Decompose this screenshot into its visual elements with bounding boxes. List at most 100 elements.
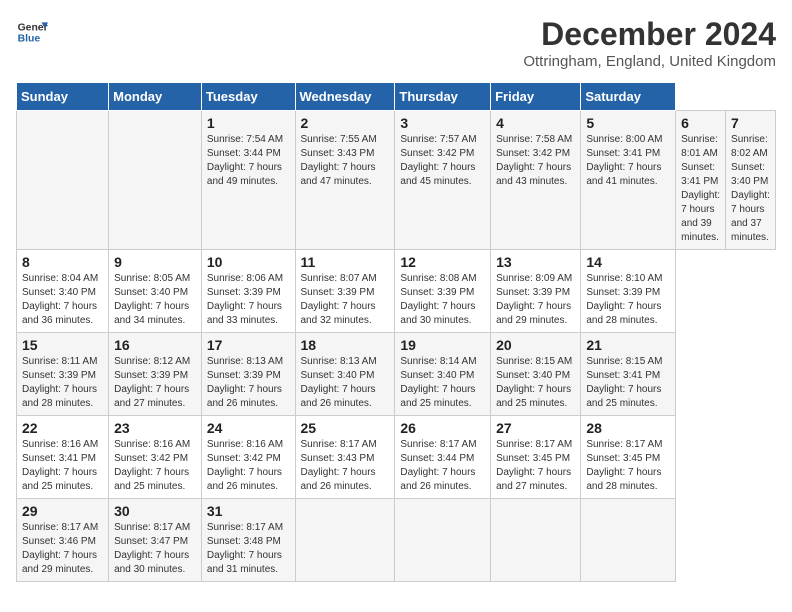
calendar-day-cell: 1 Sunrise: 7:54 AMSunset: 3:44 PMDayligh…	[201, 111, 295, 250]
calendar-day-cell: 27 Sunrise: 8:17 AMSunset: 3:45 PMDaylig…	[491, 416, 581, 499]
day-info: Sunrise: 8:13 AMSunset: 3:39 PMDaylight:…	[207, 355, 290, 411]
day-info: Sunrise: 8:11 AMSunset: 3:39 PMDaylight:…	[22, 355, 103, 411]
day-number: 23	[114, 420, 196, 436]
calendar-day-cell: 29 Sunrise: 8:17 AMSunset: 3:46 PMDaylig…	[17, 499, 109, 582]
calendar-day-cell: 25 Sunrise: 8:17 AMSunset: 3:43 PMDaylig…	[295, 416, 395, 499]
calendar-day-cell: 20 Sunrise: 8:15 AMSunset: 3:40 PMDaylig…	[491, 333, 581, 416]
day-number: 15	[22, 337, 103, 353]
calendar-day-cell: 18 Sunrise: 8:13 AMSunset: 3:40 PMDaylig…	[295, 333, 395, 416]
day-of-week-header: Wednesday	[295, 83, 395, 111]
calendar-day-cell: 23 Sunrise: 8:16 AMSunset: 3:42 PMDaylig…	[109, 416, 202, 499]
day-info: Sunrise: 8:01 AMSunset: 3:41 PMDaylight:…	[681, 133, 720, 245]
calendar-day-cell: 26 Sunrise: 8:17 AMSunset: 3:44 PMDaylig…	[395, 416, 491, 499]
day-of-week-header: Saturday	[581, 83, 676, 111]
day-number: 13	[496, 254, 575, 270]
calendar-day-cell: 14 Sunrise: 8:10 AMSunset: 3:39 PMDaylig…	[581, 250, 676, 333]
day-number: 4	[496, 115, 575, 131]
calendar-day-cell: 12 Sunrise: 8:08 AMSunset: 3:39 PMDaylig…	[395, 250, 491, 333]
calendar-day-cell: 11 Sunrise: 8:07 AMSunset: 3:39 PMDaylig…	[295, 250, 395, 333]
location-title: Ottringham, England, United Kingdom	[523, 53, 776, 70]
day-info: Sunrise: 7:55 AMSunset: 3:43 PMDaylight:…	[301, 133, 390, 189]
day-of-week-header: Thursday	[395, 83, 491, 111]
day-info: Sunrise: 8:09 AMSunset: 3:39 PMDaylight:…	[496, 272, 575, 328]
calendar-week-row: 1 Sunrise: 7:54 AMSunset: 3:44 PMDayligh…	[17, 111, 776, 250]
day-number: 24	[207, 420, 290, 436]
day-number: 29	[22, 503, 103, 519]
day-number: 7	[731, 115, 770, 131]
calendar-day-cell: 10 Sunrise: 8:06 AMSunset: 3:39 PMDaylig…	[201, 250, 295, 333]
day-number: 27	[496, 420, 575, 436]
day-number: 2	[301, 115, 390, 131]
day-info: Sunrise: 8:07 AMSunset: 3:39 PMDaylight:…	[301, 272, 390, 328]
calendar-day-cell: 22 Sunrise: 8:16 AMSunset: 3:41 PMDaylig…	[17, 416, 109, 499]
day-number: 14	[586, 254, 670, 270]
day-info: Sunrise: 7:54 AMSunset: 3:44 PMDaylight:…	[207, 133, 290, 189]
calendar-week-row: 8 Sunrise: 8:04 AMSunset: 3:40 PMDayligh…	[17, 250, 776, 333]
calendar-day-cell	[395, 499, 491, 582]
calendar-table: SundayMondayTuesdayWednesdayThursdayFrid…	[16, 82, 776, 582]
calendar-week-row: 22 Sunrise: 8:16 AMSunset: 3:41 PMDaylig…	[17, 416, 776, 499]
calendar-day-cell: 15 Sunrise: 8:11 AMSunset: 3:39 PMDaylig…	[17, 333, 109, 416]
day-number: 20	[496, 337, 575, 353]
day-info: Sunrise: 8:15 AMSunset: 3:40 PMDaylight:…	[496, 355, 575, 411]
day-info: Sunrise: 8:04 AMSunset: 3:40 PMDaylight:…	[22, 272, 103, 328]
day-number: 3	[400, 115, 485, 131]
day-info: Sunrise: 8:17 AMSunset: 3:45 PMDaylight:…	[496, 438, 575, 494]
calendar-day-cell: 6 Sunrise: 8:01 AMSunset: 3:41 PMDayligh…	[676, 111, 726, 250]
day-info: Sunrise: 7:57 AMSunset: 3:42 PMDaylight:…	[400, 133, 485, 189]
day-number: 12	[400, 254, 485, 270]
day-info: Sunrise: 8:17 AMSunset: 3:45 PMDaylight:…	[586, 438, 670, 494]
day-number: 8	[22, 254, 103, 270]
day-info: Sunrise: 8:17 AMSunset: 3:46 PMDaylight:…	[22, 521, 103, 577]
day-info: Sunrise: 8:02 AMSunset: 3:40 PMDaylight:…	[731, 133, 770, 245]
day-info: Sunrise: 8:16 AMSunset: 3:42 PMDaylight:…	[114, 438, 196, 494]
day-number: 22	[22, 420, 103, 436]
day-number: 1	[207, 115, 290, 131]
calendar-day-cell	[17, 111, 109, 250]
calendar-header-row: SundayMondayTuesdayWednesdayThursdayFrid…	[17, 83, 776, 111]
day-info: Sunrise: 8:17 AMSunset: 3:44 PMDaylight:…	[400, 438, 485, 494]
calendar-week-row: 29 Sunrise: 8:17 AMSunset: 3:46 PMDaylig…	[17, 499, 776, 582]
calendar-day-cell: 2 Sunrise: 7:55 AMSunset: 3:43 PMDayligh…	[295, 111, 395, 250]
calendar-day-cell: 21 Sunrise: 8:15 AMSunset: 3:41 PMDaylig…	[581, 333, 676, 416]
calendar-day-cell: 17 Sunrise: 8:13 AMSunset: 3:39 PMDaylig…	[201, 333, 295, 416]
svg-text:Blue: Blue	[18, 34, 41, 45]
day-number: 26	[400, 420, 485, 436]
calendar-day-cell: 24 Sunrise: 8:16 AMSunset: 3:42 PMDaylig…	[201, 416, 295, 499]
day-info: Sunrise: 7:58 AMSunset: 3:42 PMDaylight:…	[496, 133, 575, 189]
day-info: Sunrise: 8:17 AMSunset: 3:48 PMDaylight:…	[207, 521, 290, 577]
day-info: Sunrise: 8:15 AMSunset: 3:41 PMDaylight:…	[586, 355, 670, 411]
calendar-day-cell: 13 Sunrise: 8:09 AMSunset: 3:39 PMDaylig…	[491, 250, 581, 333]
day-info: Sunrise: 8:17 AMSunset: 3:47 PMDaylight:…	[114, 521, 196, 577]
day-of-week-header: Friday	[491, 83, 581, 111]
day-number: 10	[207, 254, 290, 270]
calendar-week-row: 15 Sunrise: 8:11 AMSunset: 3:39 PMDaylig…	[17, 333, 776, 416]
calendar-day-cell: 16 Sunrise: 8:12 AMSunset: 3:39 PMDaylig…	[109, 333, 202, 416]
day-info: Sunrise: 8:08 AMSunset: 3:39 PMDaylight:…	[400, 272, 485, 328]
day-number: 30	[114, 503, 196, 519]
calendar-day-cell: 28 Sunrise: 8:17 AMSunset: 3:45 PMDaylig…	[581, 416, 676, 499]
header-area: General Blue December 2024 Ottringham, E…	[16, 16, 776, 70]
day-info: Sunrise: 8:16 AMSunset: 3:41 PMDaylight:…	[22, 438, 103, 494]
day-info: Sunrise: 8:12 AMSunset: 3:39 PMDaylight:…	[114, 355, 196, 411]
calendar-day-cell: 30 Sunrise: 8:17 AMSunset: 3:47 PMDaylig…	[109, 499, 202, 582]
day-number: 11	[301, 254, 390, 270]
day-info: Sunrise: 8:05 AMSunset: 3:40 PMDaylight:…	[114, 272, 196, 328]
day-number: 5	[586, 115, 670, 131]
day-info: Sunrise: 8:13 AMSunset: 3:40 PMDaylight:…	[301, 355, 390, 411]
day-info: Sunrise: 8:10 AMSunset: 3:39 PMDaylight:…	[586, 272, 670, 328]
calendar-day-cell	[491, 499, 581, 582]
calendar-day-cell: 4 Sunrise: 7:58 AMSunset: 3:42 PMDayligh…	[491, 111, 581, 250]
day-info: Sunrise: 8:00 AMSunset: 3:41 PMDaylight:…	[586, 133, 670, 189]
day-info: Sunrise: 8:17 AMSunset: 3:43 PMDaylight:…	[301, 438, 390, 494]
day-number: 18	[301, 337, 390, 353]
day-info: Sunrise: 8:06 AMSunset: 3:39 PMDaylight:…	[207, 272, 290, 328]
calendar-day-cell: 31 Sunrise: 8:17 AMSunset: 3:48 PMDaylig…	[201, 499, 295, 582]
day-info: Sunrise: 8:14 AMSunset: 3:40 PMDaylight:…	[400, 355, 485, 411]
day-number: 16	[114, 337, 196, 353]
day-number: 28	[586, 420, 670, 436]
day-info: Sunrise: 8:16 AMSunset: 3:42 PMDaylight:…	[207, 438, 290, 494]
day-number: 6	[681, 115, 720, 131]
calendar-day-cell	[109, 111, 202, 250]
day-of-week-header: Tuesday	[201, 83, 295, 111]
